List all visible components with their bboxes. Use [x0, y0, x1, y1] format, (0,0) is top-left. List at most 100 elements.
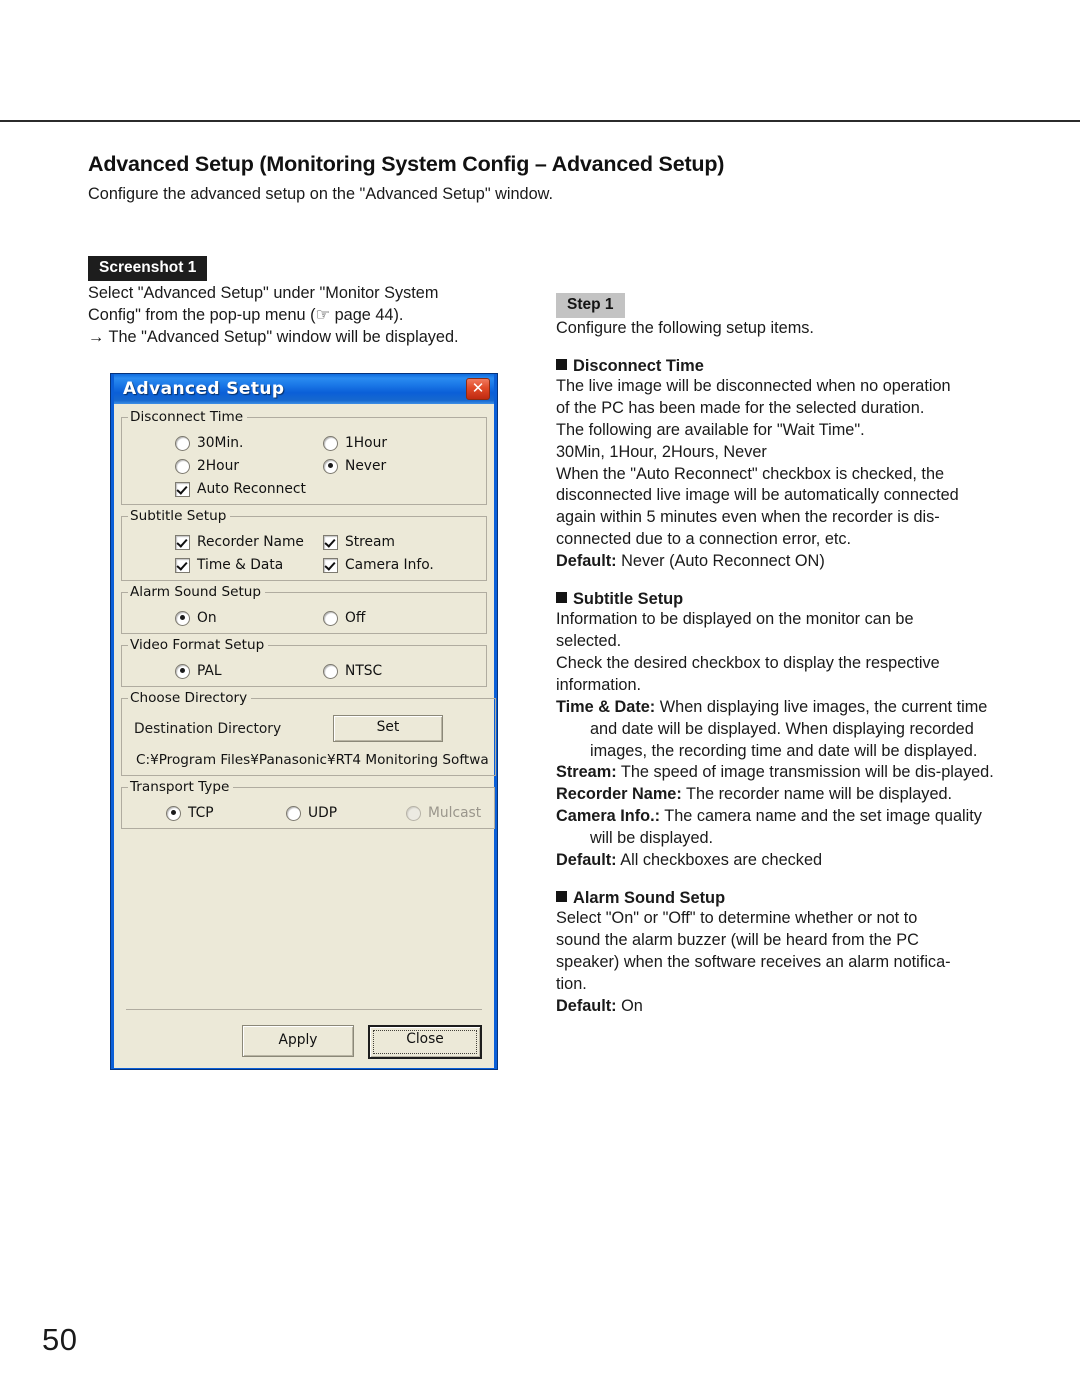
- square-bullet-icon: [556, 890, 567, 902]
- radio-pal[interactable]: PAL: [128, 663, 313, 679]
- transport-type-row: TCP UDP Mulcast: [128, 805, 488, 821]
- default-label: Default:: [556, 996, 617, 1015]
- dialog-titlebar[interactable]: Advanced Setup ✕: [114, 374, 494, 404]
- step-content: Configure the following setup items. Dis…: [556, 318, 998, 1017]
- group-alarm-sound-setup: Alarm Sound Setup On Off: [121, 584, 487, 634]
- dialog-body: Disconnect Time 30Min. 1Hour 2Hour Never…: [114, 404, 496, 1068]
- video-format-row: PAL NTSC: [128, 663, 480, 679]
- group-legend-transport-type: Transport Type: [130, 779, 230, 795]
- header-rule: [0, 120, 1080, 122]
- close-button[interactable]: Close: [368, 1025, 482, 1059]
- alarm-sound-row: On Off: [128, 610, 480, 626]
- radio-icon-disabled: [406, 805, 421, 821]
- step-intro: Configure the following setup items.: [556, 319, 814, 337]
- group-legend-video-format-setup: Video Format Setup: [130, 637, 265, 653]
- radio-never[interactable]: Never: [313, 458, 468, 474]
- set-directory-button[interactable]: Set: [333, 715, 443, 742]
- radio-icon: [175, 458, 190, 474]
- radio-icon: [323, 663, 338, 679]
- checkbox-label: Auto Reconnect: [197, 481, 306, 497]
- radio-icon: [286, 805, 301, 821]
- disconnect-line-1: The live image will be disconnected when…: [556, 376, 951, 395]
- alarm-line-2: sound the alarm buzzer (will be heard fr…: [556, 930, 919, 949]
- radio-label: Never: [345, 458, 387, 474]
- disconnect-line-6: disconnected live image will be automati…: [556, 486, 959, 505]
- group-legend-alarm-sound-setup: Alarm Sound Setup: [130, 584, 262, 600]
- checkbox-icon-checked: [323, 557, 338, 573]
- disconnect-line-2: of the PC has been made for the selected…: [556, 398, 925, 417]
- radio-label: NTSC: [345, 663, 383, 679]
- screenshot-instructions: Select "Advanced Setup" under "Monitor S…: [88, 283, 518, 349]
- dialog-button-bar: Apply Close: [242, 1025, 482, 1059]
- disconnect-time-row-2: 2Hour Never: [128, 458, 480, 474]
- definition-stream: Stream: The speed of image transmission …: [556, 762, 998, 784]
- button-separator: [126, 1009, 482, 1010]
- dialog-title: Advanced Setup: [123, 379, 285, 399]
- radio-label: TCP: [188, 805, 214, 821]
- definition-text: The recorder name will be displayed.: [686, 785, 953, 804]
- step-badge: Step 1: [556, 293, 625, 318]
- disconnect-time-row-1: 30Min. 1Hour: [128, 435, 480, 451]
- radio-icon-selected: [175, 610, 190, 626]
- checkbox-label: Time & Data: [197, 557, 284, 573]
- group-legend-disconnect-time: Disconnect Time: [130, 409, 244, 425]
- radio-1hour[interactable]: 1Hour: [313, 435, 468, 451]
- radio-udp[interactable]: UDP: [248, 805, 368, 821]
- radio-alarm-on[interactable]: On: [128, 610, 313, 626]
- alarm-line-1: Select "On" or "Off" to determine whethe…: [556, 908, 918, 927]
- disconnect-line-8: connected due to a connection error, etc…: [556, 530, 852, 549]
- definition-term: Stream:: [556, 763, 617, 782]
- directory-path-text: C:¥Program Files¥Panasonic¥RT4 Monitorin…: [136, 752, 489, 768]
- group-choose-directory: Choose Directory Destination Directory S…: [121, 690, 496, 776]
- radio-alarm-off[interactable]: Off: [313, 610, 468, 626]
- screenshot-line-1: Select "Advanced Setup" under "Monitor S…: [88, 284, 439, 302]
- section-heading-disconnect-time: Disconnect Time: [556, 357, 998, 376]
- radio-tcp[interactable]: TCP: [128, 805, 248, 821]
- disconnect-time-row-3: Auto Reconnect: [128, 481, 480, 497]
- subtitle-line-4: information.: [556, 675, 642, 694]
- radio-label: 30Min.: [197, 435, 244, 451]
- group-legend-subtitle-setup: Subtitle Setup: [130, 508, 227, 524]
- radio-label: 2Hour: [197, 458, 240, 474]
- apply-button[interactable]: Apply: [242, 1025, 354, 1057]
- definition-term: Recorder Name:: [556, 785, 682, 804]
- step-badge-container: Step 1: [556, 293, 625, 318]
- subtitle-line-3: Check the desired checkbox to display th…: [556, 653, 940, 672]
- subtitle-line-2: selected.: [556, 631, 622, 650]
- group-disconnect-time: Disconnect Time 30Min. 1Hour 2Hour Never…: [121, 409, 487, 505]
- subtitle-row-2: Time & Data Camera Info.: [128, 557, 480, 573]
- screenshot-line-2: Config" from the pop-up menu (☞ page 44)…: [88, 305, 404, 324]
- default-value: Never (Auto Reconnect ON): [621, 552, 825, 571]
- checkbox-time-and-data[interactable]: Time & Data: [128, 557, 313, 573]
- definition-term: Time & Date:: [556, 697, 656, 716]
- advanced-setup-dialog: Advanced Setup ✕ Disconnect Time 30Min. …: [110, 373, 498, 1070]
- checkbox-recorder-name[interactable]: Recorder Name: [128, 534, 313, 550]
- group-subtitle-setup: Subtitle Setup Recorder Name Stream Time…: [121, 508, 487, 581]
- definition-term: Camera Info.:: [556, 807, 661, 826]
- default-label: Default:: [556, 552, 617, 571]
- checkbox-label: Stream: [345, 534, 395, 550]
- destination-directory-row: Destination Directory Set: [128, 715, 489, 742]
- checkbox-icon-checked: [175, 481, 190, 497]
- radio-30min[interactable]: 30Min.: [128, 435, 313, 451]
- checkbox-camera-info[interactable]: Camera Info.: [313, 557, 468, 573]
- alarm-line-4: tion.: [556, 974, 587, 993]
- radio-label: UDP: [308, 805, 338, 821]
- disconnect-line-7: again within 5 minutes even when the rec…: [556, 508, 940, 527]
- definition-text: The speed of image transmission will be …: [620, 763, 994, 782]
- section-heading-subtitle-setup: Subtitle Setup: [556, 590, 998, 609]
- disconnect-line-4: 30Min, 1Hour, 2Hours, Never: [556, 442, 767, 461]
- radio-ntsc[interactable]: NTSC: [313, 663, 468, 679]
- close-icon[interactable]: ✕: [466, 378, 490, 400]
- screenshot-badge-container: Screenshot 1: [88, 256, 208, 281]
- radio-label: PAL: [197, 663, 222, 679]
- checkbox-auto-reconnect[interactable]: Auto Reconnect: [128, 481, 306, 497]
- alarm-default: Default: On: [556, 996, 998, 1018]
- checkbox-label: Recorder Name: [197, 534, 304, 550]
- checkbox-stream[interactable]: Stream: [313, 534, 468, 550]
- radio-label: On: [197, 610, 217, 626]
- screenshot-line-3: → The "Advanced Setup" window will be di…: [88, 327, 459, 346]
- group-transport-type: Transport Type TCP UDP Mulcast: [121, 779, 495, 829]
- radio-label: Off: [345, 610, 366, 626]
- radio-2hour[interactable]: 2Hour: [128, 458, 313, 474]
